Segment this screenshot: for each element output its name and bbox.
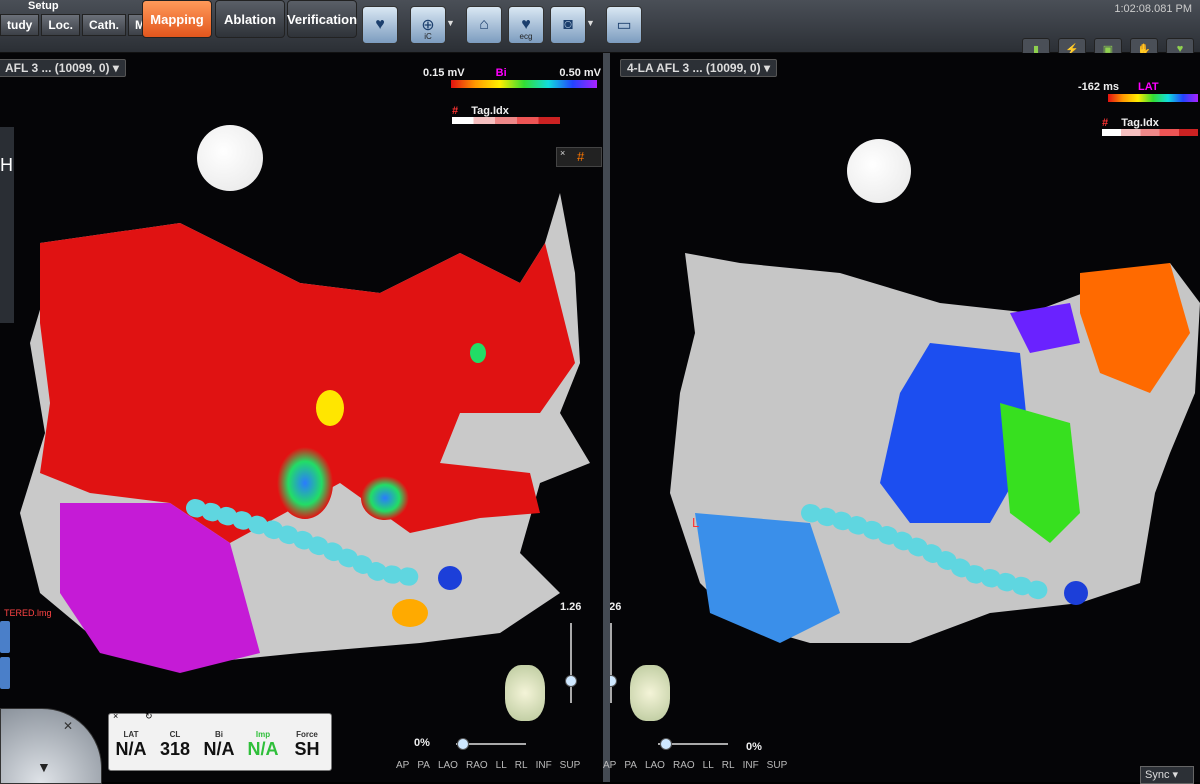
side-button[interactable]: [0, 621, 10, 653]
weight-button[interactable]: ⌂: [466, 6, 502, 44]
view-rao-button[interactable]: RAO: [673, 760, 695, 771]
left-view-buttons: AP PA LAO RAO LL RL INF SUP: [396, 760, 580, 771]
clock: 1:02:08.081 PM: [1114, 3, 1192, 15]
right-view-buttons: AP PA LAO RAO LL RL INF SUP: [603, 760, 787, 771]
display-button[interactable]: ▭: [606, 6, 642, 44]
setup-label: Setup: [28, 0, 59, 12]
left-map-select[interactable]: AFL 3 ... (10099, 0) ▾: [0, 59, 126, 77]
view-rl-button[interactable]: RL: [515, 760, 528, 771]
view-pa-button[interactable]: PA: [417, 760, 430, 771]
right-map-select[interactable]: 4-LA AFL 3 ... (10099, 0) ▾: [620, 59, 777, 77]
heart-orientation-icon[interactable]: [505, 665, 545, 721]
tag-tools[interactable]: × #: [556, 147, 602, 167]
readout-force: Force SH: [294, 730, 320, 759]
view-sup-button[interactable]: SUP: [560, 760, 581, 771]
view-rl-button[interactable]: RL: [722, 760, 735, 771]
readout-imp: Imp N/A: [247, 730, 279, 759]
scar-region: [361, 476, 409, 520]
right-lat-legend: -162 ms LAT: [1078, 81, 1200, 102]
view-rao-button[interactable]: RAO: [466, 760, 488, 771]
sync-select[interactable]: Sync ▾: [1140, 766, 1194, 784]
heart-plus-icon: ♥: [375, 16, 385, 33]
view-pa-button[interactable]: PA: [624, 760, 637, 771]
catheter-tip: [1064, 581, 1088, 605]
close-icon[interactable]: ✕: [63, 719, 73, 733]
refresh-icon[interactable]: ↻: [145, 711, 153, 722]
tab-catheter[interactable]: Cath.: [82, 14, 127, 36]
tab-verification[interactable]: Verification: [287, 0, 357, 38]
view-ll-button[interactable]: LL: [703, 760, 714, 771]
left-zoom-slider[interactable]: [570, 623, 572, 703]
scar-region: [470, 343, 486, 363]
scar-region: [316, 390, 344, 426]
right-zoom-slider[interactable]: [610, 623, 612, 703]
tab-study[interactable]: tudy: [0, 14, 40, 36]
right-opacity-knob[interactable]: [660, 738, 672, 750]
view-inf-button[interactable]: INF: [743, 760, 759, 771]
side-button[interactable]: [0, 657, 10, 689]
view-lao-button[interactable]: LAO: [438, 760, 458, 771]
voltage-color-bar: [451, 80, 597, 88]
catheter-ic-button[interactable]: ⊕ iC: [410, 6, 446, 44]
heart-orientation-icon[interactable]: [630, 665, 670, 721]
grid-icon: #: [1102, 117, 1109, 129]
tab-mapping[interactable]: Mapping: [142, 0, 212, 38]
tab-location[interactable]: Loc.: [41, 14, 81, 36]
left-map-panel[interactable]: AFL 3 ... (10099, 0) ▾ 0.15 mV Bi 0.50 m…: [0, 53, 603, 782]
tag-grid-icon[interactable]: #: [577, 149, 584, 164]
left-voltage-map[interactable]: [0, 173, 603, 693]
left-opacity-knob[interactable]: [457, 738, 469, 750]
panel-divider[interactable]: [603, 53, 610, 782]
tag-color-bar: [452, 117, 560, 124]
top-toolbar: Setup tudy Loc. Cath. Map Mapping Ablati…: [0, 0, 1200, 60]
chevron-down-icon[interactable]: ▼: [446, 18, 455, 28]
right-tag-legend: # Tag.Idx: [1102, 117, 1198, 136]
tab-ablation[interactable]: Ablation: [215, 0, 285, 38]
chevron-down-icon[interactable]: ▼: [586, 18, 595, 28]
left-voltage-legend: 0.15 mV Bi 0.50 mV: [423, 67, 601, 88]
close-icon[interactable]: ×: [113, 711, 118, 721]
readout-lat: LAT N/A: [115, 730, 147, 759]
lat-color-bar: [1108, 94, 1198, 102]
right-lat-map[interactable]: [610, 193, 1200, 693]
snapshot-button[interactable]: ◙: [550, 6, 586, 44]
catheter-readout: × ↻ LAT N/A CL 318 Bi N/A Imp N/A Force SH: [108, 711, 332, 771]
view-ll-button[interactable]: LL: [496, 760, 507, 771]
view-ap-button[interactable]: AP: [603, 760, 616, 771]
monitor-icon: ▭: [616, 17, 632, 34]
view-lao-button[interactable]: LAO: [645, 760, 665, 771]
readout-cl: CL 318: [159, 730, 191, 759]
view-ap-button[interactable]: AP: [396, 760, 409, 771]
weight-icon: ⌂: [479, 16, 489, 33]
scar-region: [392, 599, 428, 627]
tag-color-bar: [1102, 129, 1198, 136]
right-map-panel[interactable]: 4-LA AFL 3 ... (10099, 0) ▾ -162 ms LAT …: [610, 53, 1200, 782]
left-tag-legend: # Tag.Idx: [452, 105, 560, 124]
down-arrow-icon[interactable]: ▼: [37, 759, 51, 775]
view-sup-button[interactable]: SUP: [767, 760, 788, 771]
grid-icon: #: [452, 105, 459, 117]
close-icon[interactable]: ×: [560, 148, 565, 158]
add-heart-button[interactable]: ♥: [362, 6, 398, 44]
camera-icon: ◙: [563, 16, 573, 33]
scar-region: [277, 447, 333, 519]
ecg-button[interactable]: ♥ ecg: [508, 6, 544, 44]
left-zoom-knob[interactable]: [565, 675, 577, 687]
view-inf-button[interactable]: INF: [536, 760, 552, 771]
readout-bi: Bi N/A: [203, 730, 235, 759]
catheter-tip: [438, 566, 462, 590]
